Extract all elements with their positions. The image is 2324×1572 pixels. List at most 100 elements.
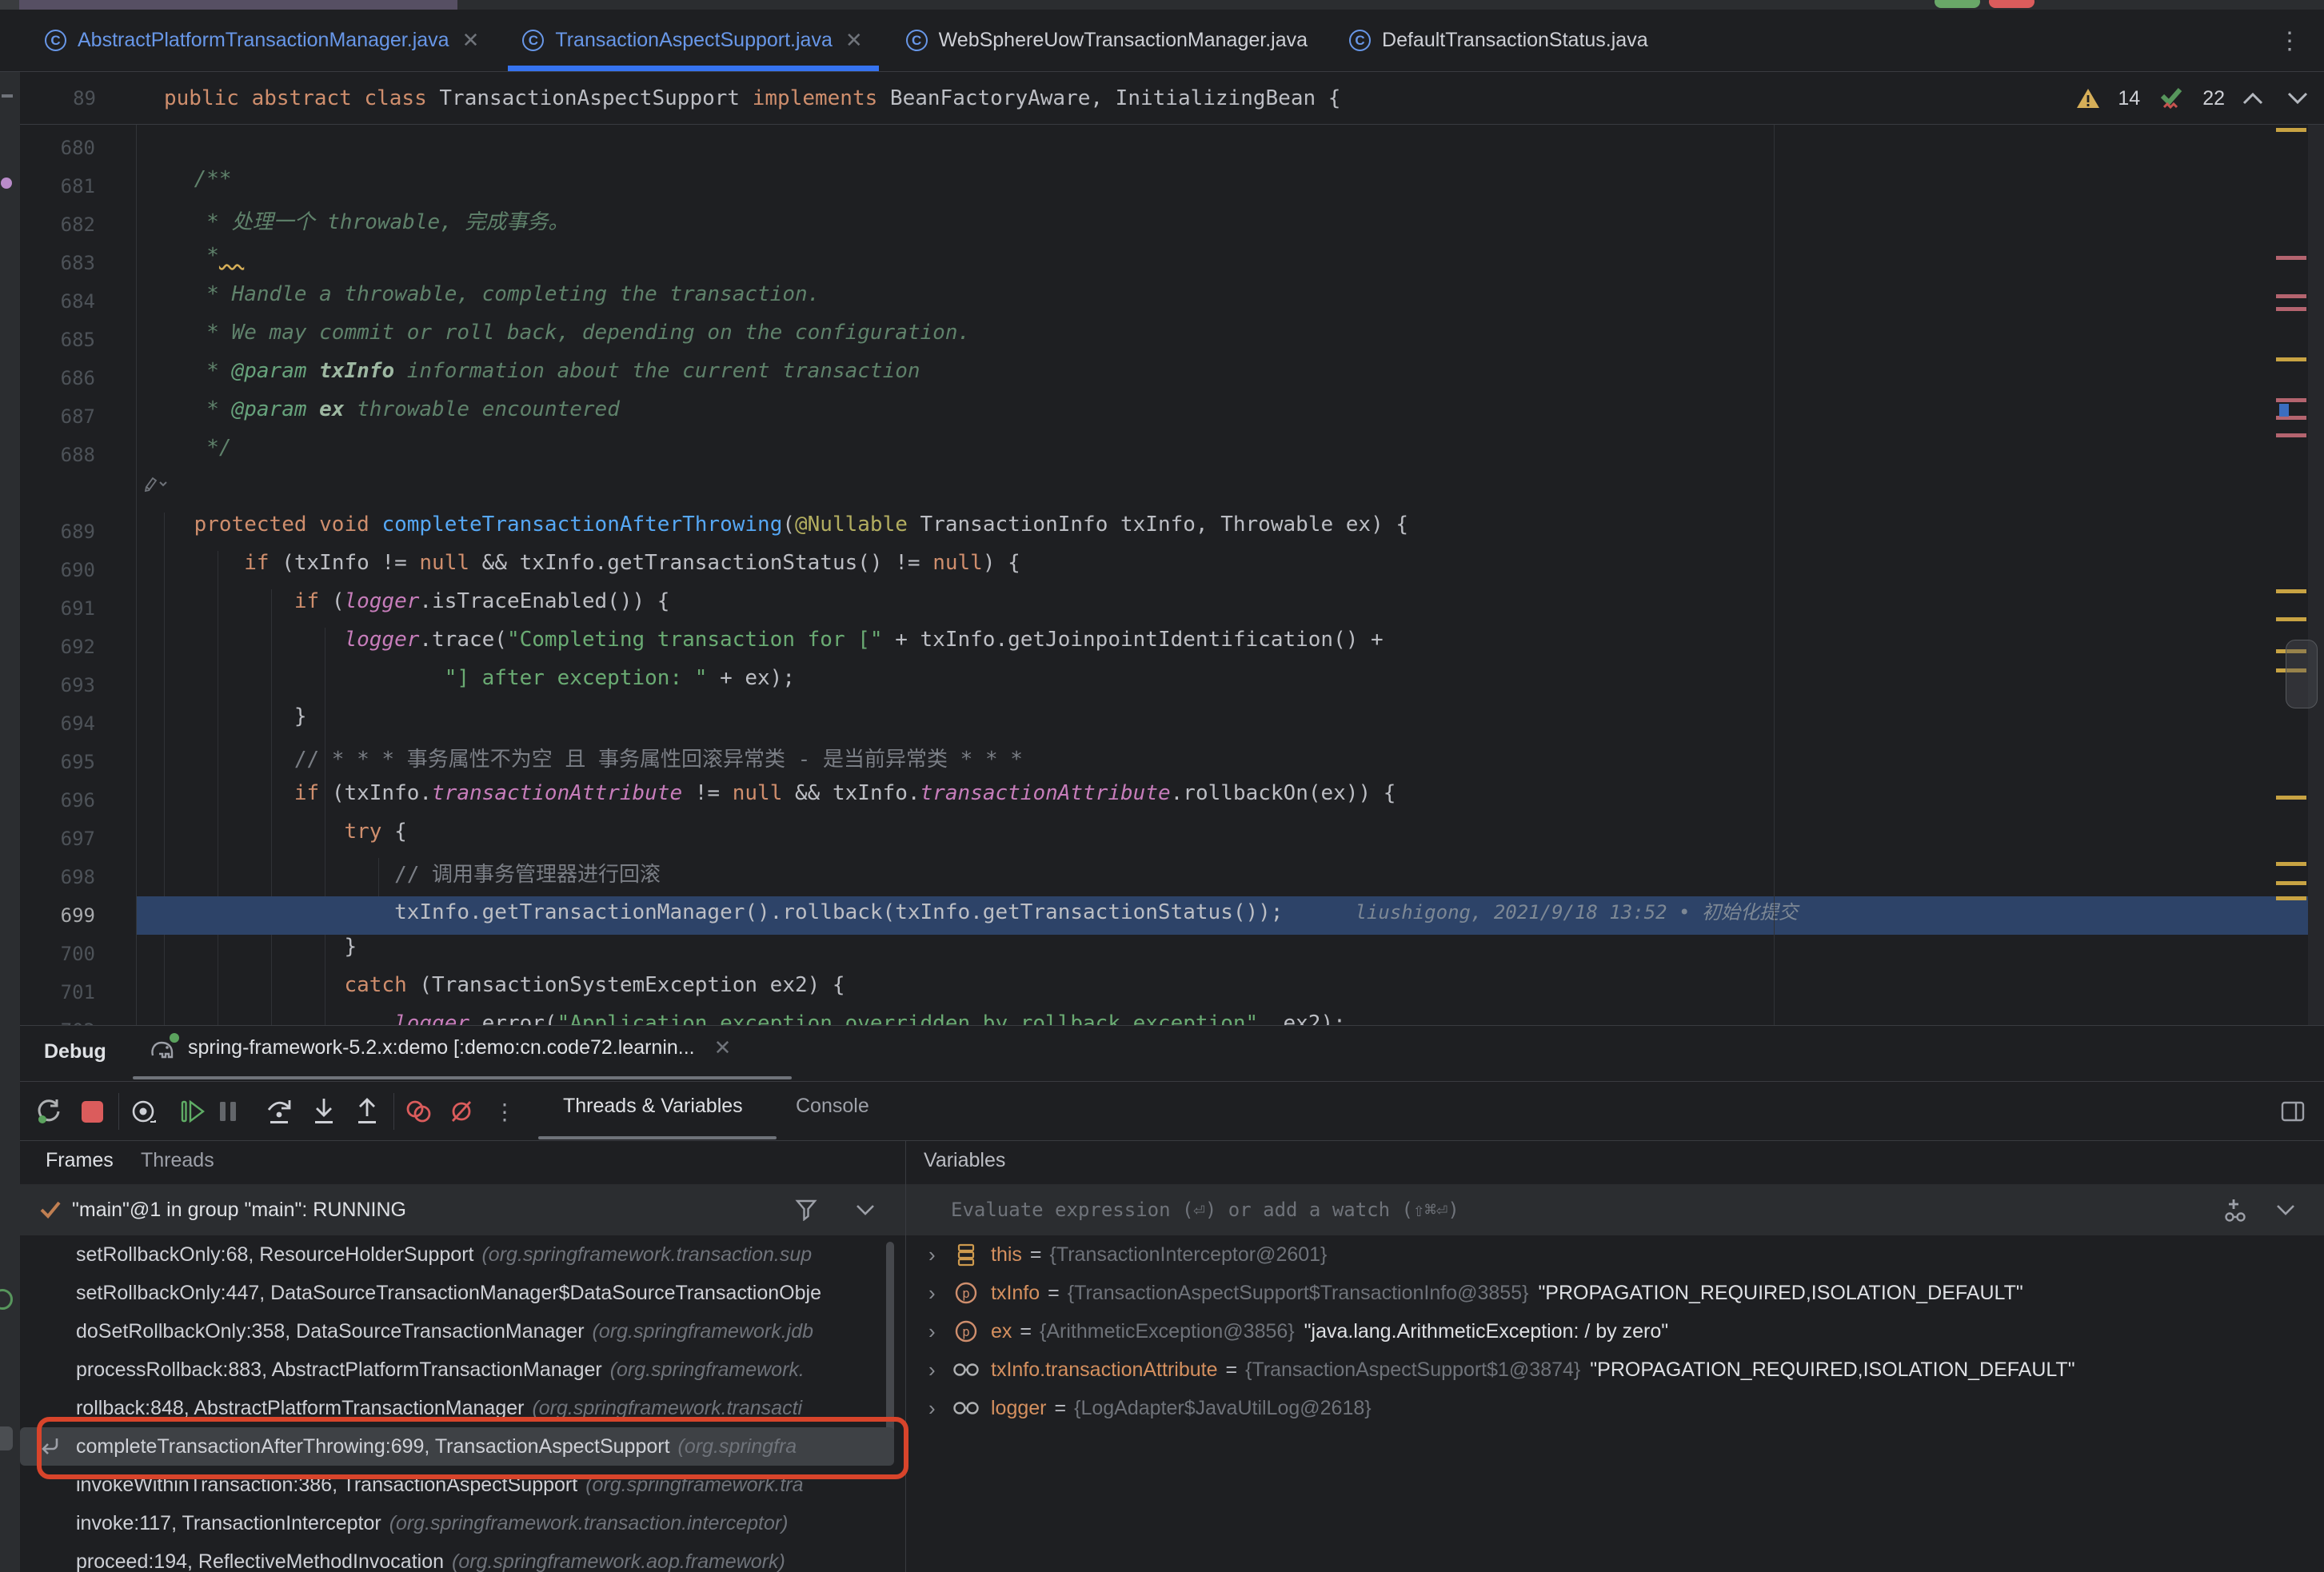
- line-number[interactable]: 684: [0, 282, 137, 321]
- line-number[interactable]: 682: [0, 205, 137, 244]
- line-number[interactable]: 699: [0, 896, 137, 935]
- stack-frame[interactable]: processRollback:883, AbstractPlatformTra…: [20, 1351, 905, 1389]
- code-line[interactable]: 689 protected void completeTransactionAf…: [0, 513, 2324, 551]
- stack-frame[interactable]: setRollbackOnly:68, ResourceHolderSuppor…: [20, 1235, 905, 1274]
- run-tool-icon[interactable]: [0, 1289, 13, 1310]
- thread-dropdown-chevron-icon[interactable]: [856, 1204, 875, 1215]
- code-line[interactable]: 685 * We may commit or roll back, depend…: [0, 321, 2324, 359]
- next-problem-icon[interactable]: [2287, 92, 2308, 105]
- line-number[interactable]: 687: [0, 397, 137, 436]
- notification-dot-icon[interactable]: [1, 178, 12, 189]
- editor-scrollbar-thumb[interactable]: [2286, 640, 2318, 708]
- step-into-icon[interactable]: [309, 1096, 339, 1127]
- inspections-widget[interactable]: 14 22: [2076, 72, 2308, 125]
- prev-problem-icon[interactable]: [2242, 92, 2263, 105]
- line-number[interactable]: 691: [0, 589, 137, 628]
- stack-frame[interactable]: setRollbackOnly:447, DataSourceTransacti…: [20, 1274, 905, 1312]
- line-number[interactable]: 698: [0, 858, 137, 896]
- expand-chevron-icon[interactable]: ›: [928, 1358, 952, 1382]
- editor-tab-websphereuowtransactionmanager-java[interactable]: CWebSphereUowTransactionManager.java: [885, 10, 1328, 71]
- debug-tool-icon[interactable]: [0, 1426, 13, 1450]
- code-line[interactable]: 695 // * * * 事务属性不为空 且 事务属性回滚异常类 - 是当前异常…: [0, 743, 2324, 781]
- evaluate-expression-field[interactable]: Evaluate expression (⏎) or add a watch (…: [906, 1184, 2324, 1235]
- line-number[interactable]: 700: [0, 935, 137, 973]
- expand-chevron-icon[interactable]: ›: [928, 1396, 952, 1421]
- line-number[interactable]: 695: [0, 743, 137, 781]
- error-stripe-mark[interactable]: [2276, 294, 2306, 298]
- variable-row[interactable]: ›this={TransactionInterceptor@2601}: [906, 1235, 2324, 1274]
- error-stripe-mark[interactable]: [2276, 896, 2306, 900]
- tab-console[interactable]: Console: [796, 1095, 869, 1118]
- code-line[interactable]: 698 // 调用事务管理器进行回滚: [0, 858, 2324, 896]
- eval-expand-chevron-icon[interactable]: [2276, 1204, 2295, 1215]
- line-number[interactable]: 693: [0, 666, 137, 704]
- stack-frame[interactable]: rollback:848, AbstractPlatformTransactio…: [20, 1389, 905, 1427]
- code-line[interactable]: 681 /**: [0, 167, 2324, 205]
- code-line[interactable]: 701 catch (TransactionSystemException ex…: [0, 973, 2324, 1011]
- line-number[interactable]: 685: [0, 321, 137, 359]
- error-stripe-mark[interactable]: [2276, 796, 2306, 800]
- line-number[interactable]: [0, 474, 137, 513]
- step-out-icon[interactable]: [352, 1096, 382, 1127]
- line-number[interactable]: 690: [0, 551, 137, 589]
- error-stripe-mark[interactable]: [2276, 589, 2306, 593]
- code-line[interactable]: 682 * 处理一个 throwable, 完成事务。: [0, 205, 2324, 244]
- mute-breakpoints-icon[interactable]: [446, 1096, 477, 1127]
- error-stripe-mark[interactable]: [2276, 881, 2306, 885]
- variable-row[interactable]: ›ptxInfo={TransactionAspectSupport$Trans…: [906, 1274, 2324, 1312]
- editor-tab-transactionaspectsupport-java[interactable]: CTransactionAspectSupport.java✕: [501, 10, 884, 71]
- pause-icon[interactable]: [213, 1096, 243, 1127]
- code-line[interactable]: 691 if (logger.isTraceEnabled()) {: [0, 589, 2324, 628]
- line-number[interactable]: 697: [0, 820, 137, 858]
- step-over-icon[interactable]: [264, 1096, 294, 1127]
- filter-icon[interactable]: [795, 1199, 817, 1221]
- tab-frames[interactable]: Frames: [46, 1149, 114, 1172]
- view-breakpoints-icon[interactable]: [403, 1096, 433, 1127]
- line-number[interactable]: 686: [0, 359, 137, 397]
- code-line[interactable]: 692 logger.trace("Completing transaction…: [0, 628, 2324, 666]
- error-stripe-mark[interactable]: [2276, 256, 2306, 260]
- code-line[interactable]: 686 * @param txInfo information about th…: [0, 359, 2324, 397]
- line-number[interactable]: 702: [0, 1011, 137, 1025]
- line-number[interactable]: 701: [0, 973, 137, 1011]
- code-line[interactable]: 697 try {: [0, 820, 2324, 858]
- stop-icon[interactable]: [77, 1096, 107, 1127]
- expand-chevron-icon[interactable]: ›: [928, 1243, 952, 1267]
- tab-close-icon[interactable]: ✕: [461, 28, 481, 53]
- code-line[interactable]: 688 */: [0, 436, 2324, 474]
- line-number[interactable]: 696: [0, 781, 137, 820]
- line-number[interactable]: 680: [0, 129, 137, 167]
- code-line[interactable]: 684 * Handle a throwable, completing the…: [0, 282, 2324, 321]
- session-close-icon[interactable]: ✕: [714, 1035, 732, 1060]
- code-line[interactable]: 700 }: [0, 935, 2324, 973]
- stripe-item-icon[interactable]: [2, 94, 13, 98]
- debug-session-tab[interactable]: spring-framework-5.2.x:demo [:demo:cn.co…: [148, 1035, 731, 1060]
- code-line[interactable]: 694 }: [0, 704, 2324, 743]
- error-stripe-mark[interactable]: [2276, 862, 2306, 866]
- error-stripe-mark[interactable]: [2276, 307, 2306, 311]
- error-stripe-mark[interactable]: [2276, 617, 2306, 621]
- code-line[interactable]: 696 if (txInfo.transactionAttribute != n…: [0, 781, 2324, 820]
- stop-button[interactable]: [1989, 0, 2034, 8]
- more-actions-icon[interactable]: ⋮: [489, 1096, 520, 1127]
- code-line[interactable]: 683 *: [0, 244, 2324, 282]
- error-stripe-mark[interactable]: [2276, 357, 2306, 361]
- editor-tab-defaulttransactionstatus-java[interactable]: CDefaultTransactionStatus.java: [1328, 10, 1669, 71]
- stack-frame[interactable]: doSetRollbackOnly:358, DataSourceTransac…: [20, 1312, 905, 1351]
- expand-chevron-icon[interactable]: ›: [928, 1281, 952, 1306]
- code-line[interactable]: 699 txInfo.getTransactionManager().rollb…: [0, 896, 2324, 935]
- rerun-icon[interactable]: [34, 1096, 64, 1127]
- code-line[interactable]: [0, 474, 2324, 513]
- tab-threads[interactable]: Threads: [141, 1149, 214, 1172]
- stack-frame[interactable]: completeTransactionAfterThrowing:699, Tr…: [20, 1427, 894, 1466]
- code-line[interactable]: 687 * @param ex throwable encountered: [0, 397, 2324, 436]
- expand-chevron-icon[interactable]: ›: [928, 1319, 952, 1344]
- line-number[interactable]: 688: [0, 436, 137, 474]
- thread-selector[interactable]: "main"@1 in group "main": RUNNING: [20, 1184, 905, 1235]
- editor-scrollbar-track[interactable]: [2308, 125, 2324, 1025]
- resume-icon[interactable]: [178, 1096, 208, 1127]
- variable-row[interactable]: ›pex={ArithmeticException@3856}"java.lan…: [906, 1312, 2324, 1351]
- code-line[interactable]: 680: [0, 129, 2324, 167]
- stack-frame[interactable]: invokeWithinTransaction:386, Transaction…: [20, 1466, 905, 1504]
- tab-threads-variables[interactable]: Threads & Variables: [563, 1095, 743, 1118]
